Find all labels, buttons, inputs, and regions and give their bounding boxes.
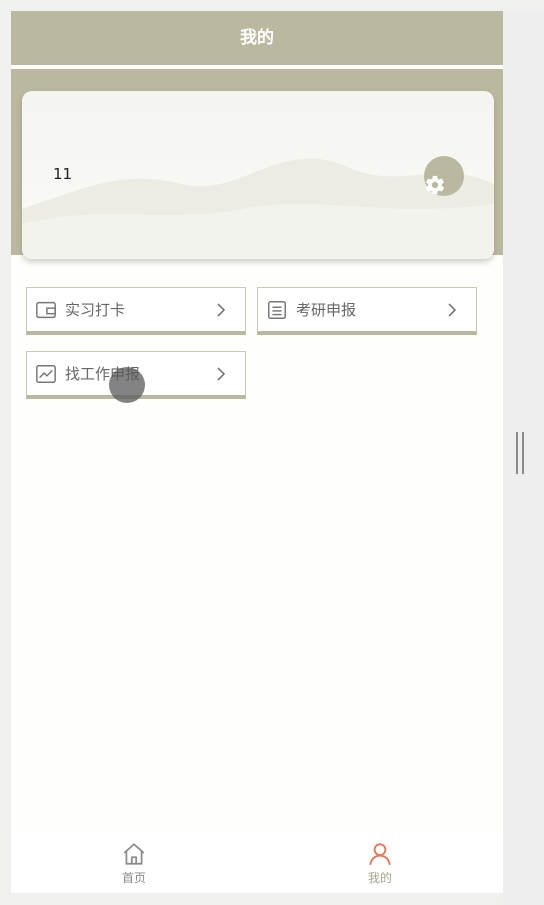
settings-button[interactable] <box>424 156 464 196</box>
chevron-right-icon <box>217 366 226 381</box>
menu-label: 考研申报 <box>296 301 357 319</box>
form-icon <box>268 300 286 319</box>
tab-label: 我的 <box>367 870 392 885</box>
chart-icon <box>36 364 56 383</box>
tab-home[interactable]: 首页 <box>11 833 257 893</box>
app-screen: 我的 11 实习打卡 考研申报 找工作申报 首页 我的 <box>11 11 503 893</box>
chevron-right-icon <box>448 302 457 317</box>
username: 11 <box>53 165 73 183</box>
tab-mine[interactable]: 我的 <box>257 833 503 893</box>
menu-item-grad-exam[interactable]: 考研申报 <box>257 287 477 335</box>
wallet-icon <box>36 301 56 318</box>
chevron-right-icon <box>217 302 226 317</box>
page-header: 我的 <box>11 11 503 65</box>
touch-indicator <box>109 367 145 403</box>
tab-label: 首页 <box>121 870 146 885</box>
menu-label: 实习打卡 <box>65 301 126 319</box>
page-title: 我的 <box>240 28 274 48</box>
home-icon <box>123 842 145 865</box>
user-icon <box>369 842 391 865</box>
profile-card: 11 <box>22 91 494 259</box>
tab-bar: 首页 我的 <box>11 833 503 893</box>
menu-item-internship-checkin[interactable]: 实习打卡 <box>26 287 246 335</box>
gear-icon <box>426 175 444 195</box>
scroll-handle[interactable] <box>516 432 524 474</box>
